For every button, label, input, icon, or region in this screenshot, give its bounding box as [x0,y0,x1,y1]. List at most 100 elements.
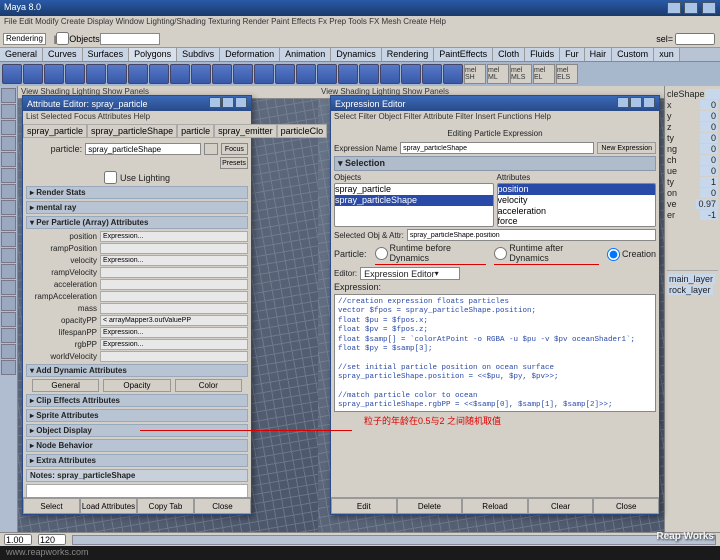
shelf-icon[interactable] [128,64,148,84]
ee-footer-button[interactable]: Reload [462,498,528,514]
presets-button[interactable]: Presets [220,157,248,169]
maximize-icon[interactable] [222,97,234,108]
mel-button[interactable]: mel SH [464,64,486,84]
shelf-icons[interactable]: mel SHmel MLmel MLSmel ELmel ELS [0,62,720,86]
shelf-tab[interactable]: Surfaces [83,48,130,61]
shelf-icon[interactable] [86,64,106,84]
mode-dropdown[interactable]: Rendering [3,33,46,45]
minimize-icon[interactable] [667,2,681,14]
shelf-tab[interactable]: xun [654,48,680,61]
channel-box[interactable]: cleShapex0y0z0ty0ng0ch0ue0ty1on0ve0.97er… [664,86,720,556]
shelf-tab[interactable]: Hair [585,48,613,61]
maximize-icon[interactable] [684,2,698,14]
channel-value[interactable]: 0 [700,155,718,165]
notes-header[interactable]: Notes: spray_particleShape [26,469,248,482]
close-icon[interactable] [235,97,247,108]
minimize-icon[interactable] [617,97,629,108]
section-add-dynamic[interactable]: Add Dynamic Attributes [26,364,248,377]
focus-button[interactable]: Focus [221,143,248,155]
shelf-tab[interactable]: Curves [43,48,83,61]
shelf-icon[interactable] [338,64,358,84]
exp-name-field[interactable] [400,142,594,154]
ae-menu[interactable]: List Selected Focus Attributes Help [23,111,251,124]
tool-button[interactable] [1,152,16,167]
timeline[interactable] [0,532,720,546]
toolbox[interactable] [0,86,18,556]
attr-field[interactable] [100,327,248,338]
channel-value[interactable]: -1 [700,210,718,220]
close-icon[interactable] [702,2,716,14]
shelf-tab[interactable]: Rendering [382,48,435,61]
shelf-icon[interactable] [443,64,463,84]
channel-value[interactable] [705,89,720,99]
section-render-stats[interactable]: Render Stats [26,186,248,199]
shelf-icon[interactable] [170,64,190,84]
ae-tab[interactable]: particleClo [277,124,328,138]
tool-button[interactable] [1,120,16,135]
shelf-icon[interactable] [2,64,22,84]
shelf-tab[interactable]: Animation [280,48,331,61]
section-node-beh[interactable]: Node Behavior [26,439,248,452]
ae-tab[interactable]: spray_particleShape [87,124,177,138]
tool-button[interactable] [1,312,16,327]
tool-button[interactable] [1,360,16,375]
runtime-before-radio[interactable] [375,247,388,260]
runtime-after-radio[interactable] [494,247,507,260]
tool-button[interactable] [1,344,16,359]
shelf-icon[interactable] [149,64,169,84]
range-start[interactable] [4,534,32,545]
channel-value[interactable]: 0 [700,144,718,154]
mel-button[interactable]: mel ELS [556,64,578,84]
ae-tab[interactable]: spray_emitter [214,124,277,138]
tool-button[interactable] [1,200,16,215]
channel-value[interactable]: 0 [700,133,718,143]
layer-item[interactable]: main_layer [667,274,715,284]
shelf-icon[interactable] [380,64,400,84]
tool-button[interactable] [1,136,16,151]
maximize-icon[interactable] [630,97,642,108]
attr-field[interactable] [100,255,248,266]
shelf-tab[interactable]: PaintEffects [434,48,493,61]
sel-input[interactable] [675,33,715,45]
attr-field[interactable] [100,279,248,290]
shelf-icon[interactable] [44,64,64,84]
channel-value[interactable]: 0 [700,111,718,121]
shelf-icon[interactable] [191,64,211,84]
shelf-tab[interactable]: Dynamics [331,48,382,61]
shelf-tab[interactable]: Subdivs [177,48,220,61]
tool-button[interactable] [1,264,16,279]
attr-field[interactable] [100,303,248,314]
section-extra[interactable]: Extra Attributes [26,454,248,467]
range-end[interactable] [38,534,66,545]
layer-item[interactable]: rock_layer [667,285,713,295]
ee-footer-button[interactable]: Delete [397,498,463,514]
ee-titlebar[interactable]: Expression Editor [331,96,659,111]
editor-dropdown[interactable]: Expression Editor ▾ [360,267,460,280]
ae-footer-button[interactable]: Copy Tab [137,498,194,514]
attributes-list[interactable]: positionvelocityaccelerationforceinputFo… [497,183,657,227]
mel-button[interactable]: mel MLS [510,64,532,84]
mel-button[interactable]: mel ML [487,64,509,84]
shelf-icon[interactable] [254,64,274,84]
channel-value[interactable]: 0 [700,166,718,176]
shelf-icon[interactable] [107,64,127,84]
mel-button[interactable]: mel EL [533,64,555,84]
channel-value[interactable]: 1 [700,177,718,187]
add-dyn-button[interactable]: Opacity [103,379,170,392]
shelf-icon[interactable] [401,64,421,84]
tool-button[interactable] [1,248,16,263]
shelf-tab[interactable]: General [0,48,43,61]
tool-button[interactable] [1,216,16,231]
objects-dropdown[interactable] [100,33,160,45]
section-sprite[interactable]: Sprite Attributes [26,409,248,422]
shelf-tab[interactable]: Deformation [220,48,280,61]
attr-field[interactable] [100,339,248,350]
shelf-tab[interactable]: Cloth [493,48,525,61]
attr-field[interactable] [100,243,248,254]
ae-footer-button[interactable]: Select [23,498,80,514]
ee-footer-button[interactable]: Clear [528,498,594,514]
sel-obj-attr-field[interactable] [407,229,656,241]
shelf-icon[interactable] [233,64,253,84]
ae-tabs[interactable]: spray_particlespray_particleShapeparticl… [23,124,251,138]
ee-footer-button[interactable]: Close [593,498,659,514]
